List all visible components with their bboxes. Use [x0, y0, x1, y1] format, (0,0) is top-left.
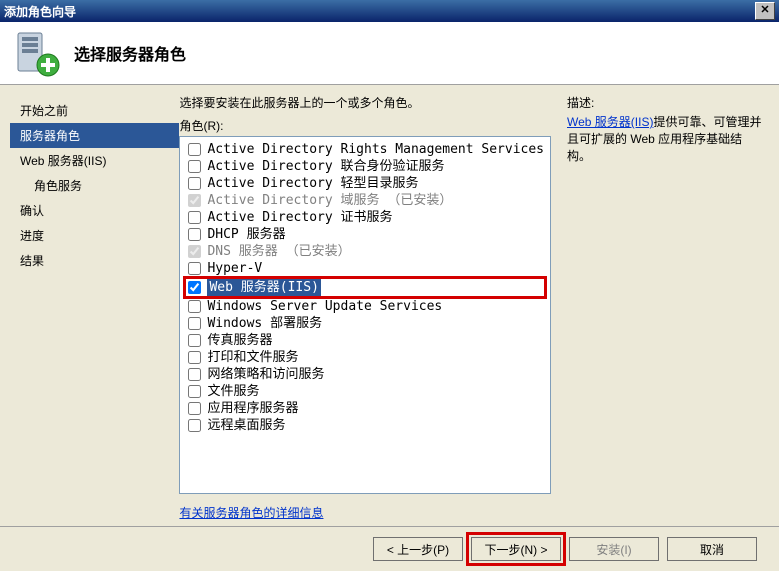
role-label: Active Directory 域服务 （已安装）: [207, 192, 452, 209]
header: 选择服务器角色: [0, 22, 779, 85]
role-checkbox[interactable]: [188, 419, 201, 432]
role-label: DHCP 服务器: [207, 226, 285, 243]
server-plus-icon: [12, 29, 60, 77]
role-checkbox[interactable]: [188, 228, 201, 241]
role-label: 应用程序服务器: [207, 400, 298, 417]
roles-label: 角色(R):: [179, 117, 551, 134]
role-checkbox[interactable]: [188, 281, 201, 294]
role-checkbox[interactable]: [188, 351, 201, 364]
role-row[interactable]: Windows Server Update Services: [184, 298, 546, 315]
description-title: 描述:: [567, 94, 765, 111]
role-row[interactable]: Active Directory 证书服务: [184, 209, 546, 226]
role-label: 打印和文件服务: [207, 349, 298, 366]
role-label: Active Directory Rights Management Servi…: [207, 141, 544, 158]
window-title: 添加角色向导: [4, 3, 755, 20]
next-button[interactable]: 下一步(N) >: [471, 537, 561, 561]
sidebar-step-confirm[interactable]: 确认: [10, 198, 179, 223]
role-label: Windows Server Update Services: [207, 298, 442, 315]
role-row[interactable]: Active Directory 联合身份验证服务: [184, 158, 546, 175]
role-label: 网络策略和访问服务: [207, 366, 324, 383]
sidebar-step-progress[interactable]: 进度: [10, 223, 179, 248]
role-row[interactable]: Active Directory Rights Management Servi…: [184, 141, 546, 158]
role-label: Hyper-V: [207, 260, 262, 277]
role-label: Active Directory 证书服务: [207, 209, 392, 226]
role-row[interactable]: 打印和文件服务: [184, 349, 546, 366]
sidebar-step-iis[interactable]: Web 服务器(IIS): [10, 148, 179, 173]
role-label: 远程桌面服务: [207, 417, 285, 434]
page-title: 选择服务器角色: [74, 41, 186, 65]
role-label: Active Directory 轻型目录服务: [207, 175, 418, 192]
role-row: DNS 服务器 （已安装）: [184, 243, 546, 260]
role-checkbox[interactable]: [188, 368, 201, 381]
role-row: Active Directory 域服务 （已安装）: [184, 192, 546, 209]
role-checkbox: [188, 245, 201, 258]
iis-link[interactable]: Web 服务器(IIS): [567, 115, 653, 129]
role-checkbox[interactable]: [188, 317, 201, 330]
role-checkbox[interactable]: [188, 334, 201, 347]
body: 开始之前 服务器角色 Web 服务器(IIS) 角色服务 确认 进度 结果 选择…: [0, 84, 779, 527]
close-button[interactable]: ✕: [755, 2, 775, 20]
role-checkbox[interactable]: [188, 211, 201, 224]
description-body: Web 服务器(IIS)提供可靠、可管理并且可扩展的 Web 应用程序基础结构。: [567, 113, 765, 164]
prev-button[interactable]: < 上一步(P): [373, 537, 463, 561]
role-label: Active Directory 联合身份验证服务: [207, 158, 444, 175]
main-area: 选择要安装在此服务器上的一个或多个角色。 角色(R): Active Direc…: [179, 94, 765, 521]
role-checkbox[interactable]: [188, 262, 201, 275]
sidebar-step-roles[interactable]: 服务器角色: [10, 123, 179, 148]
role-checkbox[interactable]: [188, 143, 201, 156]
role-checkbox[interactable]: [188, 385, 201, 398]
role-checkbox[interactable]: [188, 300, 201, 313]
role-row[interactable]: 传真服务器: [184, 332, 546, 349]
center-column: 选择要安装在此服务器上的一个或多个角色。 角色(R): Active Direc…: [179, 94, 551, 521]
roles-listbox[interactable]: Active Directory Rights Management Servi…: [179, 136, 551, 494]
role-label: DNS 服务器 （已安装）: [207, 243, 350, 260]
role-row[interactable]: Active Directory 轻型目录服务: [184, 175, 546, 192]
intro-text: 选择要安装在此服务器上的一个或多个角色。: [179, 94, 551, 111]
role-row[interactable]: 网络策略和访问服务: [184, 366, 546, 383]
role-label: 文件服务: [207, 383, 259, 400]
footer: < 上一步(P) 下一步(N) > 安装(I) 取消: [0, 526, 779, 571]
description-panel: 描述: Web 服务器(IIS)提供可靠、可管理并且可扩展的 Web 应用程序基…: [551, 94, 765, 521]
role-checkbox[interactable]: [188, 402, 201, 415]
role-row[interactable]: 文件服务: [184, 383, 546, 400]
role-row[interactable]: 远程桌面服务: [184, 417, 546, 434]
install-button: 安装(I): [569, 537, 659, 561]
role-label: Windows 部署服务: [207, 315, 322, 332]
role-checkbox[interactable]: [188, 160, 201, 173]
role-label: Web 服务器(IIS): [207, 279, 320, 296]
role-row[interactable]: Hyper-V: [184, 260, 546, 277]
sidebar-step-before[interactable]: 开始之前: [10, 98, 179, 123]
cancel-button[interactable]: 取消: [667, 537, 757, 561]
role-row[interactable]: Web 服务器(IIS): [183, 276, 547, 299]
role-label: 传真服务器: [207, 332, 272, 349]
role-row[interactable]: Windows 部署服务: [184, 315, 546, 332]
sidebar: 开始之前 服务器角色 Web 服务器(IIS) 角色服务 确认 进度 结果: [10, 94, 179, 521]
role-checkbox: [188, 194, 201, 207]
more-info-link[interactable]: 有关服务器角色的详细信息: [179, 504, 551, 521]
wizard-window: 添加角色向导 ✕ 选择服务器角色 开始之前 服务器角色 Web 服务器(IIS)…: [0, 0, 779, 571]
sidebar-step-role-services[interactable]: 角色服务: [10, 173, 179, 198]
role-row[interactable]: DHCP 服务器: [184, 226, 546, 243]
role-row[interactable]: 应用程序服务器: [184, 400, 546, 417]
sidebar-step-results[interactable]: 结果: [10, 248, 179, 273]
role-checkbox[interactable]: [188, 177, 201, 190]
titlebar: 添加角色向导 ✕: [0, 0, 779, 22]
